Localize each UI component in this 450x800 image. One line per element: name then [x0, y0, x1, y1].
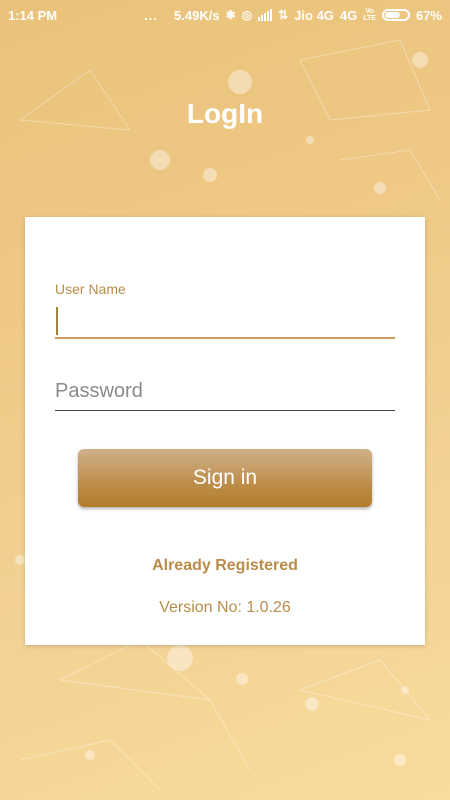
username-input[interactable]: [55, 303, 395, 339]
already-registered-link[interactable]: Already Registered: [25, 557, 425, 575]
password-input[interactable]: Password: [55, 375, 395, 411]
sign-in-label: Sign in: [192, 466, 258, 489]
battery-icon: [381, 9, 410, 21]
password-placeholder: Password: [55, 380, 143, 402]
page-title: LogIn: [186, 98, 264, 129]
text-cursor: [56, 307, 58, 335]
battery-percent: 67%: [415, 7, 442, 23]
bluetooth-icon: ✱: [225, 8, 236, 22]
sign-in-button[interactable]: Sign in: [78, 449, 372, 507]
signal-icon: [258, 9, 273, 21]
status-dots: ...: [144, 7, 159, 23]
username-label: User Name: [55, 281, 126, 297]
volte-top: Vo: [365, 8, 374, 15]
network-speed: 5.49K/s: [174, 7, 220, 23]
network-type: 4G: [339, 7, 358, 23]
carrier-name: Jio 4G: [294, 7, 334, 23]
status-bar: 1:14 PM ... 5.49K/s ✱ ◎ ⇅ Jio 4G 4G Vo L…: [0, 0, 450, 30]
alarm-off-icon: ◎: [241, 8, 253, 22]
volte-bottom: LTE: [363, 15, 376, 22]
login-card: User Name Password Sign in Already Regis…: [25, 217, 425, 645]
status-time: 1:14 PM: [8, 7, 58, 23]
version-text: Version No: 1.0.26: [159, 599, 291, 616]
data-transfer-icon: ⇅: [278, 8, 289, 22]
volte-icon: Vo LTE: [363, 8, 376, 22]
